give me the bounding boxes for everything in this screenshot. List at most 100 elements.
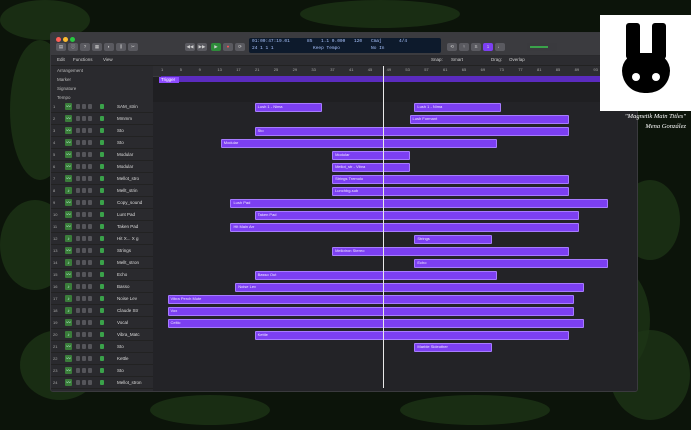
record-arm-button[interactable]	[88, 344, 92, 349]
master-volume-slider[interactable]	[527, 43, 557, 51]
track-name[interactable]: Strings	[117, 248, 131, 253]
solo-button[interactable]	[82, 368, 86, 373]
track-region[interactable]: Mellot_str - Vibra	[332, 163, 410, 172]
toolbar-toggle-button[interactable]: ▦	[92, 43, 102, 51]
input-monitor-button[interactable]	[100, 248, 104, 253]
mute-button[interactable]	[76, 344, 80, 349]
playhead[interactable]	[383, 66, 384, 388]
solo-button[interactable]	[82, 104, 86, 109]
solo-button[interactable]	[82, 236, 86, 241]
lcd-display[interactable]: 01:00:47:19.01 85 1.1 0.000 120 Cmaj 4/4…	[249, 38, 441, 53]
track-name[interactable]: Vocal	[117, 320, 128, 325]
global-track-tempo[interactable]: Tempo	[57, 95, 71, 100]
input-monitor-button[interactable]	[100, 236, 104, 241]
track-region[interactable]: Kettle	[254, 331, 570, 340]
track-region[interactable]: Marble Sideother	[414, 343, 492, 352]
track-header[interactable]: 13 〰 Strings	[51, 246, 153, 257]
solo-button[interactable]	[82, 248, 86, 253]
track-name[interactable]: Sto	[117, 368, 124, 373]
solo-button[interactable]	[82, 200, 86, 205]
record-arm-button[interactable]	[88, 128, 92, 133]
mute-button[interactable]	[76, 104, 80, 109]
track-header[interactable]: 18 ♪ Claude Str	[51, 306, 153, 317]
input-monitor-button[interactable]	[100, 260, 104, 265]
track-header[interactable]: 11 〰 Taken Pad	[51, 222, 153, 233]
track-header[interactable]: 22 〰 Kettle	[51, 354, 153, 365]
mute-button[interactable]	[76, 284, 80, 289]
track-region[interactable]: Noise Lev	[235, 283, 584, 292]
solo-button[interactable]	[82, 380, 86, 385]
editors-button[interactable]: ✂	[128, 43, 138, 51]
input-monitor-button[interactable]	[100, 188, 104, 193]
record-arm-button[interactable]	[88, 332, 92, 337]
record-arm-button[interactable]	[88, 164, 92, 169]
mute-button[interactable]	[76, 140, 80, 145]
track-region[interactable]: Modular	[220, 139, 497, 148]
record-arm-button[interactable]	[88, 224, 92, 229]
input-monitor-button[interactable]	[100, 368, 104, 373]
track-header[interactable]: 21 〰 Sto	[51, 342, 153, 353]
solo-button[interactable]	[82, 356, 86, 361]
track-header[interactable]: 6 〰 Modular	[51, 162, 153, 173]
track-header[interactable]: 15 〰 Echo	[51, 270, 153, 281]
track-header[interactable]: 12 ♪ Hit X... X g	[51, 234, 153, 245]
solo-button[interactable]	[82, 296, 86, 301]
marker-trigger[interactable]: Trigger	[159, 77, 179, 83]
track-name[interactable]: Sto	[117, 140, 124, 145]
track-header[interactable]: 23 〰 Sto	[51, 366, 153, 377]
mute-button[interactable]	[76, 200, 80, 205]
mute-button[interactable]	[76, 308, 80, 313]
track-name[interactable]: Copy_sound	[117, 200, 142, 205]
mute-button[interactable]	[76, 260, 80, 265]
track-name[interactable]: Taken Pad	[117, 224, 138, 229]
track-name[interactable]: Modular	[117, 164, 133, 169]
quick-help-button[interactable]: ?	[80, 43, 90, 51]
mute-button[interactable]	[76, 152, 80, 157]
input-monitor-button[interactable]	[100, 128, 104, 133]
track-header[interactable]: 19 〰 Vocal	[51, 318, 153, 329]
record-button[interactable]: ●	[223, 43, 233, 51]
mute-button[interactable]	[76, 248, 80, 253]
record-arm-button[interactable]	[88, 152, 92, 157]
track-region[interactable]: Lush 1 - Nima	[414, 103, 502, 112]
play-button[interactable]: ▶	[211, 43, 221, 51]
track-name[interactable]: Vibra_Matc	[117, 332, 140, 337]
global-track-arrangement[interactable]: Arrangement	[57, 68, 83, 73]
input-monitor-button[interactable]	[100, 140, 104, 145]
global-track-signature[interactable]: Signature	[57, 86, 76, 91]
track-region[interactable]: Lush 1 - Nima	[254, 103, 323, 112]
record-arm-button[interactable]	[88, 296, 92, 301]
record-arm-button[interactable]	[88, 116, 92, 121]
track-header[interactable]: 2 〰 Mmmm	[51, 114, 153, 125]
smart-controls-button[interactable]: ◐	[104, 43, 114, 51]
mute-button[interactable]	[76, 236, 80, 241]
mute-button[interactable]	[76, 368, 80, 373]
record-arm-button[interactable]	[88, 272, 92, 277]
solo-button[interactable]	[82, 224, 86, 229]
minimize-window-button[interactable]	[63, 37, 68, 42]
track-region[interactable]: Taken Pad	[254, 211, 579, 220]
track-header[interactable]: 5 〰 Modular	[51, 150, 153, 161]
input-monitor-button[interactable]	[100, 176, 104, 181]
record-arm-button[interactable]	[88, 248, 92, 253]
solo-button[interactable]	[82, 308, 86, 313]
track-header[interactable]: 14 ♪ Mellt_stron	[51, 258, 153, 269]
drag-overlap-dropdown[interactable]: Overlap	[509, 57, 525, 62]
track-name[interactable]: Claude Str	[117, 308, 138, 313]
record-arm-button[interactable]	[88, 284, 92, 289]
track-name[interactable]: Noise Lev	[117, 296, 137, 301]
record-arm-button[interactable]	[88, 356, 92, 361]
input-monitor-button[interactable]	[100, 344, 104, 349]
mixer-button[interactable]: ⫼	[116, 43, 126, 51]
track-name[interactable]: Mellot_stro	[117, 176, 139, 181]
input-monitor-button[interactable]	[100, 116, 104, 121]
input-monitor-button[interactable]	[100, 224, 104, 229]
solo-button[interactable]	[82, 284, 86, 289]
track-header[interactable]: 16 ♪ Basso	[51, 282, 153, 293]
mute-button[interactable]	[76, 128, 80, 133]
track-header[interactable]: 1 〰 SAM_strin	[51, 102, 153, 113]
input-monitor-button[interactable]	[100, 104, 104, 109]
track-region[interactable]: Modular	[332, 151, 410, 160]
track-header[interactable]: 24 〰 Mellot_stron	[51, 378, 153, 389]
mute-button[interactable]	[76, 116, 80, 121]
